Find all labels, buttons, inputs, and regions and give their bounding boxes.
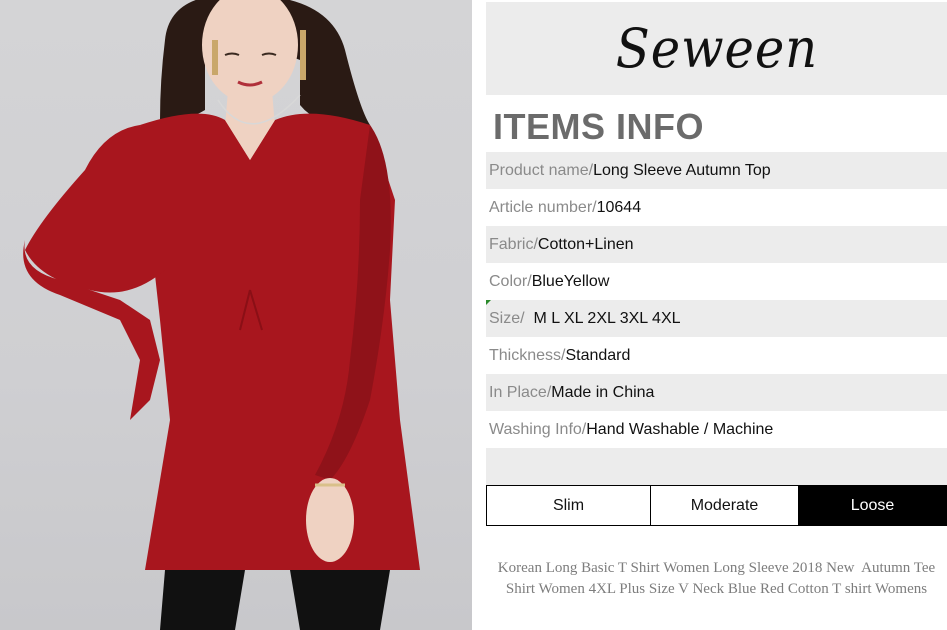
fit-option-loose[interactable]: Loose [799, 486, 946, 525]
info-value: Long Sleeve Autumn Top [593, 161, 771, 179]
info-row-fabric: Fabric/ Cotton+Linen [486, 226, 947, 263]
product-info-panel: Seween ITEMS INFO Product name/ Long Sle… [486, 0, 947, 630]
info-row-washing-info: Washing Info/ Hand Washable / Machine [486, 411, 947, 448]
items-info-table: Product name/ Long Sleeve Autumn Top Art… [486, 152, 947, 486]
corner-marker [486, 300, 491, 305]
info-label: In Place/ [489, 383, 552, 401]
info-row-color: Color/ BlueYellow [486, 263, 947, 300]
info-row-size: Size/ M L XL 2XL 3XL 4XL [486, 300, 947, 337]
model-illustration [23, 0, 420, 630]
items-info-heading: ITEMS INFO [493, 106, 704, 147]
product-description: Korean Long Basic T Shirt Women Long Sle… [486, 558, 947, 600]
fit-option-slim[interactable]: Slim [487, 486, 651, 525]
info-label: Article number/ [489, 198, 597, 216]
info-row-in-place: In Place/ Made in China [486, 374, 947, 411]
brand-banner: Seween [486, 2, 947, 95]
info-label: Size/ [489, 309, 534, 327]
info-value: M L XL 2XL 3XL 4XL [533, 309, 681, 327]
info-value: BlueYellow [531, 272, 610, 290]
description-line: Shirt Women 4XL Plus Size V Neck Blue Re… [505, 581, 928, 597]
info-label: Fabric/ [489, 235, 538, 253]
fit-option-moderate[interactable]: Moderate [651, 486, 799, 525]
info-row-product-name: Product name/ Long Sleeve Autumn Top [486, 152, 947, 189]
info-value: Made in China [551, 383, 655, 401]
info-value: 10644 [596, 198, 642, 216]
info-label: Product name/ [489, 161, 594, 179]
description-line: Korean Long Basic T Shirt Women Long Sle… [497, 560, 936, 576]
info-row-blank [486, 448, 947, 486]
info-label: Thickness/ [489, 346, 566, 364]
fit-selector: Slim Moderate Loose [486, 485, 947, 526]
info-value: Standard [565, 346, 631, 364]
info-label: Washing Info/ [489, 420, 587, 438]
brand-logo: Seween [615, 17, 818, 80]
info-row-article-number: Article number/ 10644 [486, 189, 947, 226]
info-value: Cotton+Linen [537, 235, 634, 253]
info-label: Color/ [489, 272, 532, 290]
info-row-thickness: Thickness/ Standard [486, 337, 947, 374]
product-photo [0, 0, 472, 630]
info-value: Hand Washable / Machine [586, 420, 774, 438]
